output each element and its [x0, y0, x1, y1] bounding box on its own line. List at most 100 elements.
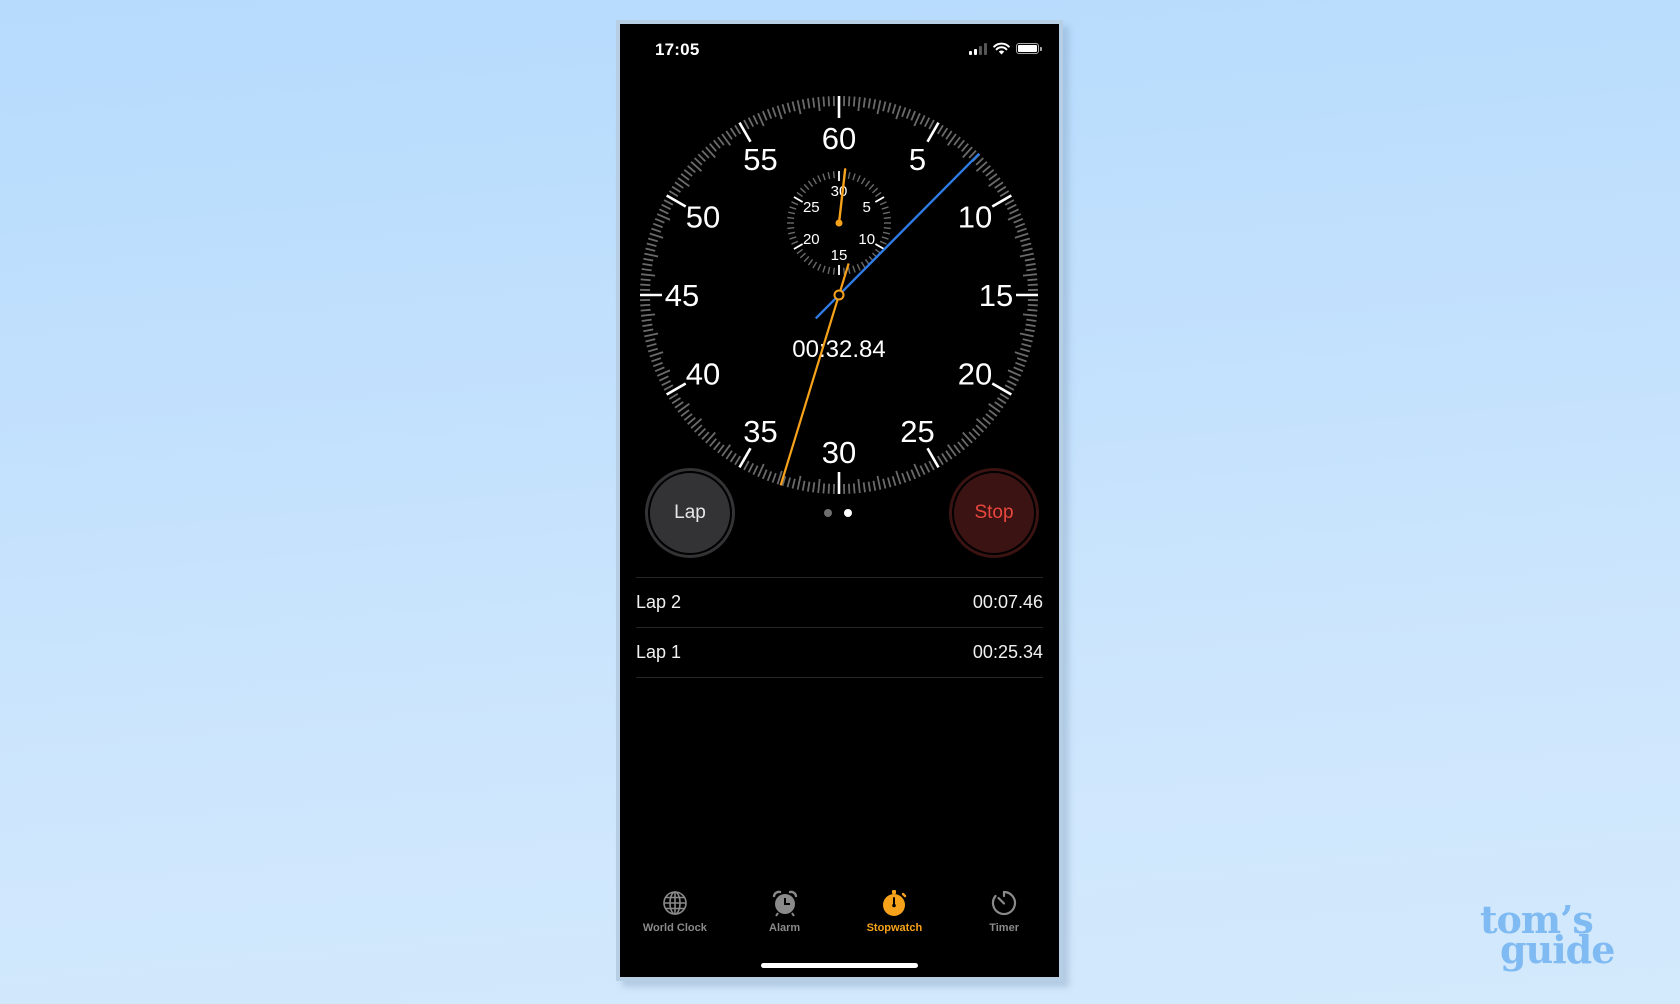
- tab-label: Stopwatch: [866, 922, 923, 934]
- inner-minor-tick: [812, 177, 818, 185]
- minor-tick: [796, 100, 802, 115]
- minor-tick: [643, 328, 654, 333]
- minor-tick: [652, 361, 663, 368]
- inner-minor-tick: [860, 177, 866, 185]
- inner-minor-tick: [827, 266, 831, 275]
- outer-dial-label: 55: [743, 142, 777, 177]
- minor-tick: [895, 105, 902, 120]
- minor-tick: [895, 470, 902, 485]
- minor-tick: [791, 478, 796, 489]
- minor-tick: [806, 98, 811, 109]
- inner-minor-tick: [847, 171, 851, 180]
- inner-minor-tick: [843, 267, 846, 275]
- outer-dial-label: 5: [909, 142, 926, 177]
- minor-tick: [1022, 313, 1038, 317]
- minor-tick: [988, 173, 998, 181]
- minor-tick: [680, 173, 690, 181]
- minor-tick: [747, 117, 754, 128]
- page-indicator[interactable]: [824, 509, 852, 517]
- minor-tick: [656, 369, 671, 377]
- minor-tick: [852, 483, 856, 494]
- minor-tick: [776, 105, 783, 120]
- minor-tick: [646, 242, 657, 247]
- minor-tick: [734, 124, 742, 135]
- minor-tick: [1027, 278, 1038, 282]
- minor-tick: [729, 453, 737, 463]
- minor-tick: [876, 100, 882, 115]
- minor-tick: [961, 438, 969, 447]
- outer-dial-label: 60: [822, 121, 856, 156]
- minor-tick: [771, 472, 777, 483]
- home-indicator[interactable]: [761, 963, 918, 968]
- tab-stopwatch[interactable]: Stopwatch: [840, 888, 950, 938]
- elapsed-time: 00:32.84: [792, 336, 885, 363]
- page-dot-1[interactable]: [824, 509, 832, 517]
- minor-tick: [1007, 369, 1022, 377]
- minor-tick: [1013, 366, 1024, 372]
- inner-minor-tick: [852, 265, 856, 273]
- inner-minor-tick: [803, 255, 810, 263]
- minor-tick: [661, 203, 672, 210]
- minor-tick: [1006, 380, 1017, 387]
- inner-minor-tick: [817, 175, 822, 183]
- inner-minor-tick: [883, 227, 891, 230]
- minor-tick: [847, 96, 851, 107]
- inner-minor-tick: [787, 231, 796, 235]
- minor-tick: [697, 428, 706, 437]
- minor-tick: [919, 114, 926, 125]
- minor-tick: [1009, 375, 1020, 382]
- minor-tick: [968, 431, 977, 440]
- major-tick: [991, 382, 1012, 396]
- minor-tick: [891, 475, 897, 487]
- minor-tick: [796, 475, 802, 490]
- minor-tick: [953, 444, 961, 454]
- stop-button[interactable]: Stop: [949, 468, 1039, 558]
- inner-dial-label: 15: [831, 247, 848, 264]
- tab-world-clock[interactable]: World Clock: [620, 888, 730, 938]
- minor-tick: [936, 455, 944, 466]
- minor-tick: [1019, 347, 1031, 353]
- outer-dial-label: 15: [979, 278, 1013, 313]
- minor-tick: [957, 441, 965, 451]
- minor-tick: [786, 477, 791, 488]
- inner-minor-tick: [832, 267, 835, 275]
- minor-tick: [901, 472, 907, 483]
- minor-tick: [985, 413, 995, 421]
- minor-tick: [1025, 323, 1036, 328]
- inner-minor-tick: [856, 263, 861, 271]
- minor-tick: [781, 103, 787, 115]
- minor-tick: [1024, 257, 1035, 262]
- minor-tick: [817, 478, 821, 494]
- globe-icon: [660, 888, 690, 918]
- minor-tick: [812, 97, 816, 108]
- minor-tick: [982, 165, 991, 173]
- minor-tick: [941, 127, 949, 137]
- inner-minor-tick: [787, 227, 795, 230]
- minor-tick: [862, 482, 866, 493]
- minor-tick: [674, 401, 684, 409]
- minor-tick: [1004, 199, 1015, 206]
- phone-screen: 17:05 60 5 10 15 20 25 30 35 40 45 50 55 30 5 10 15 20 2…: [620, 24, 1059, 977]
- lap-button[interactable]: Lap: [645, 468, 735, 558]
- minor-tick: [862, 97, 866, 108]
- minor-tick: [766, 108, 773, 119]
- minor-tick: [649, 232, 664, 239]
- outer-dial-label: 35: [743, 414, 777, 449]
- minor-tick: [757, 112, 765, 127]
- minor-tick: [1015, 361, 1026, 368]
- tab-timer[interactable]: Timer: [949, 888, 1059, 938]
- minor-tick: [822, 483, 826, 494]
- inner-minor-tick: [827, 171, 831, 180]
- lap-button-label: Lap: [674, 502, 706, 523]
- inner-minor-tick: [883, 216, 891, 219]
- minor-tick: [644, 252, 659, 258]
- minor-tick: [674, 181, 684, 189]
- minor-tick: [642, 323, 653, 328]
- inner-minor-tick: [796, 248, 804, 255]
- minor-tick: [658, 375, 669, 382]
- inner-minor-tick: [791, 240, 799, 245]
- page-dot-2[interactable]: [844, 509, 852, 517]
- minor-tick: [640, 308, 651, 312]
- tab-alarm[interactable]: Alarm: [730, 888, 840, 938]
- alarm-clock-icon: [770, 888, 800, 918]
